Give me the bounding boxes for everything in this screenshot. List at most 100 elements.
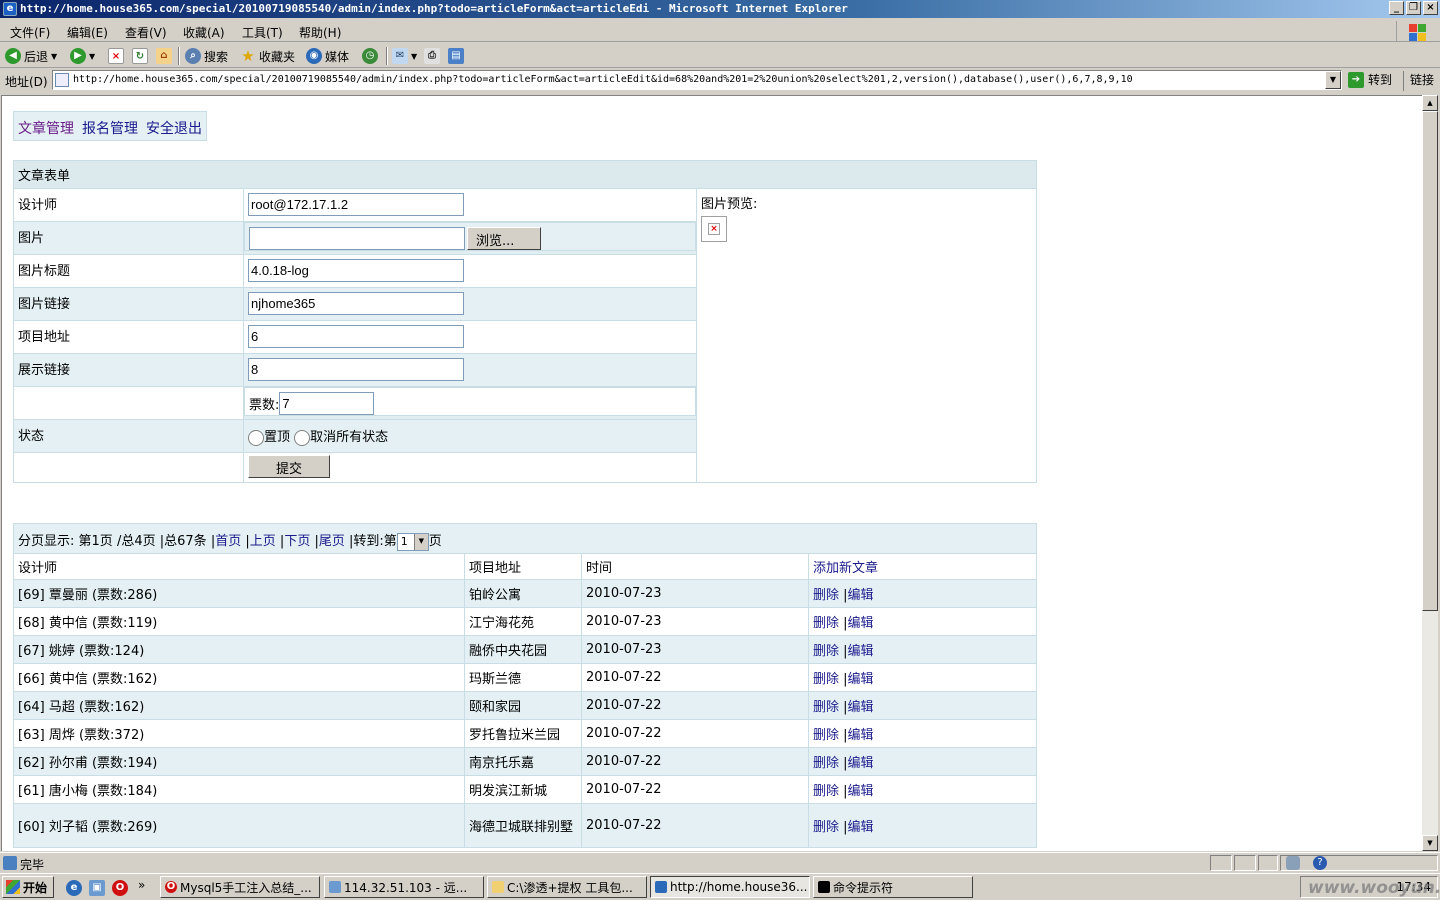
nav-signup-manage[interactable]: 报名管理 [82,118,138,138]
back-arrow-icon: ◀ [5,48,21,64]
pager-prefix: 分页显示: [18,534,75,550]
cell-address: 罗托鲁拉米兰园 [464,719,582,748]
quicklaunch-more-icon[interactable]: » [138,878,145,892]
cell-time: 2010-07-22 [581,747,809,776]
minimize-button[interactable]: _ [1389,1,1404,15]
forward-button[interactable]: ▶ ▼ [70,46,95,66]
table-row: [60] 刘子韬 (票数:269) 海德卫城联排别墅 2010-07-22 删除… [13,803,1037,848]
delete-link[interactable]: 删除 [813,700,839,715]
project-address-input[interactable]: 6 [248,325,464,348]
window-title-bar: e http://home.house365.com/special/20100… [0,0,1440,18]
vertical-scrollbar[interactable]: ▲ ▼ [1422,95,1438,851]
delete-link[interactable]: 删除 [813,820,839,835]
media-icon: ◉ [306,48,322,64]
edit-page-button[interactable]: ▤ [448,46,464,66]
print-button[interactable]: ⎙ [424,46,440,66]
designer-input[interactable]: root@172.17.1.2 [248,193,464,216]
favorites-button[interactable]: ★ 收藏夹 [240,46,295,66]
menu-favorites[interactable]: 收藏(A) [183,24,225,41]
votes-input[interactable]: 7 [279,392,375,415]
folder-icon [492,881,504,893]
nav-article-manage[interactable]: 文章管理 [18,118,74,138]
cell-designer: [62] 孙尔甫 (票数:194) [13,747,465,776]
pager-first-link[interactable]: 首页 [215,534,241,549]
quicklaunch-ie-icon[interactable]: e [66,880,82,896]
edit-link[interactable]: 编辑 [848,616,874,631]
browse-button[interactable]: 浏览... [467,227,541,250]
task-button-active[interactable]: http://home.house36... [650,876,810,898]
address-input[interactable]: http://home.house365.com/special/2010071… [52,70,1342,90]
clear-status-radio[interactable] [294,429,311,446]
edit-link[interactable]: 编辑 [848,784,874,799]
address-bar: 地址(D) http://home.house365.com/special/2… [0,69,1440,93]
home-button[interactable]: ⌂ [156,46,172,66]
scroll-down-icon[interactable]: ▼ [1422,835,1438,851]
go-label: 转到 [1368,73,1393,87]
dropdown-arrow-icon: ▼ [51,51,58,61]
internet-zone-icon [1286,856,1300,870]
menu-tools[interactable]: 工具(T) [242,24,283,41]
menu-edit[interactable]: 编辑(E) [67,24,108,41]
display-link-input[interactable]: 8 [248,358,464,381]
edit-link[interactable]: 编辑 [848,756,874,771]
toolbar: ◀ 后退 ▼ ▶ ▼ × ↻ ⌂ ⌕ 搜索 ★ 收藏夹 ◉ 媒体 ◷ ✉ ▼ ⎙… [0,44,1440,68]
pager-prev-link[interactable]: 上页 [250,534,276,549]
mail-button[interactable]: ✉ ▼ [392,46,417,66]
delete-link[interactable]: 删除 [813,644,839,659]
edit-link[interactable]: 编辑 [848,588,874,603]
delete-link[interactable]: 删除 [813,616,839,631]
edit-link[interactable]: 编辑 [848,644,874,659]
delete-link[interactable]: 删除 [813,784,839,799]
start-button[interactable]: 开始 [2,876,54,898]
media-button[interactable]: ◉ 媒体 [306,46,349,66]
cell-address: 融侨中央花园 [464,635,582,664]
article-form: 文章表单 设计师 root@172.17.1.2 图片预览: × 图片 浏览..… [13,160,1037,483]
delete-link[interactable]: 删除 [813,728,839,743]
image-title-input[interactable]: 4.0.18-log [248,259,464,282]
task-button[interactable]: 命令提示符 [813,876,973,898]
field-label-image-title: 图片标题 [13,254,244,288]
quicklaunch-opera-icon[interactable]: O [112,880,128,896]
stop-button[interactable]: × [108,46,124,66]
scroll-up-icon[interactable]: ▲ [1422,95,1438,111]
task-button[interactable]: O Mysql5手工注入总结_... [160,876,320,898]
history-button[interactable]: ◷ [362,46,378,66]
field-label-image-link: 图片链接 [13,287,244,321]
go-button[interactable]: ➔ 转到 [1348,71,1392,88]
address-dropdown-icon[interactable]: ▼ [1325,71,1341,89]
page-select[interactable]: 1 ▼ [396,532,429,551]
edit-link[interactable]: 编辑 [848,700,874,715]
refresh-button[interactable]: ↻ [132,46,148,66]
image-file-input[interactable] [249,227,465,250]
edit-link[interactable]: 编辑 [848,728,874,743]
submit-button[interactable]: 提交 [248,455,330,478]
quicklaunch-desktop-icon[interactable]: ▣ [89,880,105,896]
edit-link[interactable]: 编辑 [848,672,874,687]
search-button[interactable]: ⌕ 搜索 [185,46,228,66]
task-button[interactable]: C:\渗透+提权 工具包... [487,876,647,898]
media-label: 媒体 [325,49,350,64]
task-button[interactable]: 114.32.51.103 - 远... [324,876,484,898]
pager-goto-suffix: 页 [428,534,442,550]
menu-view[interactable]: 查看(V) [125,24,167,41]
delete-link[interactable]: 删除 [813,588,839,603]
cell-address: 海德卫城联排别墅 [464,803,582,848]
close-button[interactable]: × [1423,1,1438,15]
links-button[interactable]: 链接 [1403,71,1434,91]
pager-next-link[interactable]: 下页 [284,534,310,549]
scroll-thumb[interactable] [1422,111,1438,611]
menu-file[interactable]: 文件(F) [10,24,50,41]
pin-top-radio[interactable] [248,429,264,446]
delete-link[interactable]: 删除 [813,756,839,771]
menu-help[interactable]: 帮助(H) [299,24,341,41]
cell-time: 2010-07-22 [581,803,809,848]
add-article-link[interactable]: 添加新文章 [813,561,878,576]
pager-last-link[interactable]: 尾页 [319,534,345,549]
pager-total-items: |总67条 [159,534,207,550]
image-link-input[interactable]: njhome365 [248,292,464,315]
nav-logout[interactable]: 安全退出 [146,118,202,138]
delete-link[interactable]: 删除 [813,672,839,687]
restore-button[interactable]: ❐ [1406,1,1421,15]
edit-link[interactable]: 编辑 [848,820,874,835]
back-button[interactable]: ◀ 后退 ▼ [5,46,57,66]
